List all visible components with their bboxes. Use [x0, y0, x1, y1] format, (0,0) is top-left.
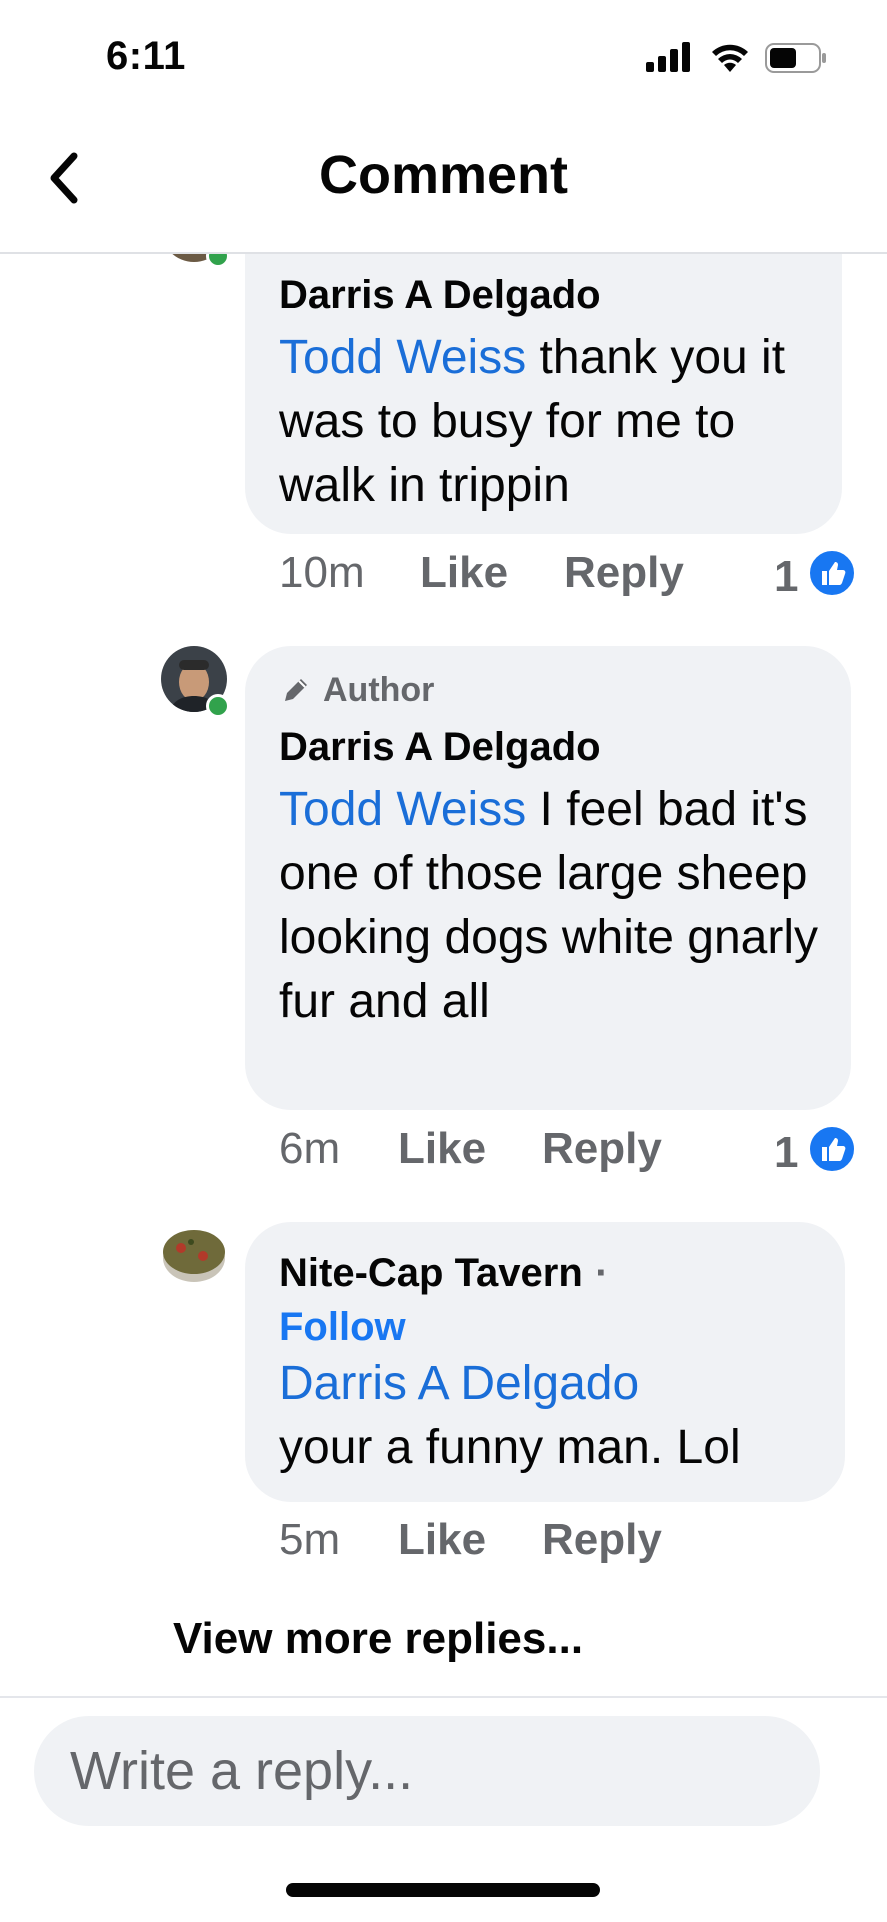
- like-button[interactable]: Like: [420, 548, 508, 598]
- reply-button[interactable]: Reply: [564, 548, 684, 598]
- dot-separator: ·: [595, 1251, 609, 1295]
- reply-input[interactable]: [34, 1716, 820, 1826]
- comment-bubble: Author Darris A Delgado Todd Weiss I fee…: [245, 646, 851, 1110]
- comment-header: Nite-Cap Tavern ·: [279, 1250, 609, 1296]
- pencil-icon: [285, 679, 307, 701]
- author-badge: Author: [279, 670, 434, 710]
- view-more-replies-link[interactable]: View more replies...: [173, 1614, 583, 1664]
- like-count: 1: [774, 552, 799, 601]
- thumbs-up-reaction-icon[interactable]: [807, 548, 857, 598]
- comment-text: Todd Weiss thank you it was to busy for …: [279, 326, 819, 518]
- like-button[interactable]: Like: [398, 1515, 486, 1565]
- comment-timestamp: 5m: [279, 1515, 341, 1564]
- status-time: 6:11: [106, 34, 186, 78]
- comment-meta-row: 5m: [279, 1515, 340, 1565]
- comment-author-name[interactable]: Darris A Delgado: [279, 272, 601, 318]
- online-status-dot: [206, 694, 230, 718]
- author-badge-label: Author: [323, 671, 435, 709]
- comment-timestamp: 10m: [279, 548, 365, 597]
- like-count: 1: [774, 1128, 799, 1177]
- comment-author-name[interactable]: Nite-Cap Tavern: [279, 1251, 583, 1295]
- home-indicator[interactable]: [286, 1883, 600, 1897]
- battery-icon: [765, 43, 827, 73]
- comment-timestamp: 6m: [279, 1124, 341, 1173]
- mention-link[interactable]: Todd Weiss: [279, 783, 526, 836]
- cellular-signal-icon: [646, 42, 692, 72]
- comment-meta-row: 6m: [279, 1124, 340, 1174]
- comment-author-name[interactable]: Darris A Delgado: [279, 724, 601, 770]
- page-title: Comment: [318, 145, 568, 205]
- like-button[interactable]: Like: [398, 1124, 486, 1174]
- mention-link[interactable]: Darris A Delgado: [279, 1357, 639, 1410]
- wifi-icon: [710, 40, 750, 74]
- thumbs-up-reaction-icon[interactable]: [807, 1124, 857, 1174]
- reply-button[interactable]: Reply: [542, 1124, 662, 1174]
- comment-body: your a funny man. Lol: [279, 1421, 741, 1474]
- mention-link[interactable]: Todd Weiss: [279, 331, 526, 384]
- comment-text: Todd Weiss I feel bad it's one of those …: [279, 778, 834, 1034]
- avatar[interactable]: [161, 1222, 227, 1288]
- comment-meta-row: 10m: [279, 548, 365, 598]
- reply-button[interactable]: Reply: [542, 1515, 662, 1565]
- comment-text: Darris A Delgado your a funny man. Lol: [279, 1352, 829, 1480]
- comment-bubble: Nite-Cap Tavern · Follow Darris A Delgad…: [245, 1222, 845, 1502]
- follow-button[interactable]: Follow: [279, 1304, 406, 1350]
